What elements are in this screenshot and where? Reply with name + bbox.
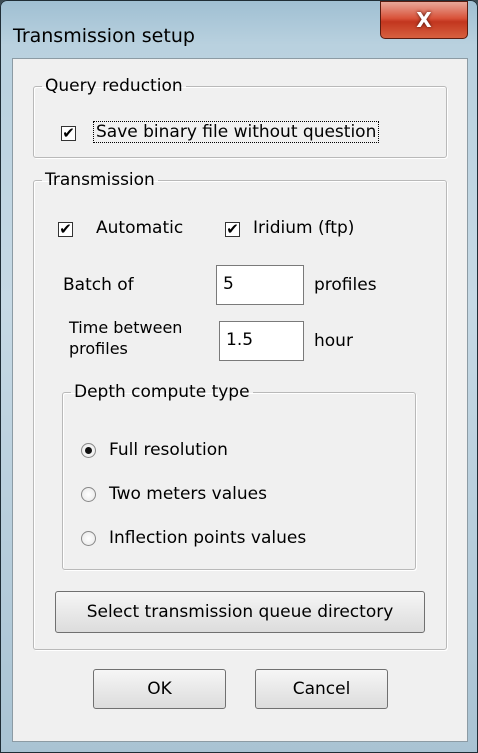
batch-unit: profiles	[314, 275, 377, 295]
time-between-unit: hour	[314, 331, 353, 351]
iridium-label[interactable]: Iridium (ftp)	[253, 218, 354, 238]
ok-button[interactable]: OK	[93, 669, 226, 709]
radio-full-resolution[interactable]	[81, 443, 96, 458]
two-meters-label[interactable]: Two meters values	[109, 484, 267, 504]
transmission-legend: Transmission	[45, 170, 155, 190]
close-button[interactable]: X	[380, 1, 468, 39]
iridium-checkbox[interactable]: ✔	[225, 222, 240, 237]
time-between-label-line2: profiles	[69, 339, 128, 358]
query-reduction-legend: Query reduction	[45, 76, 183, 96]
time-between-label-line1: Time between	[69, 318, 183, 337]
batch-label: Batch of	[63, 275, 134, 295]
title-bar[interactable]: Transmission setup X	[0, 0, 478, 58]
radio-inflection-points[interactable]	[81, 531, 96, 546]
full-resolution-label[interactable]: Full resolution	[109, 440, 228, 460]
check-mark-icon: ✔	[59, 220, 72, 238]
window-title: Transmission setup	[13, 25, 195, 47]
close-icon: X	[416, 8, 432, 32]
automatic-checkbox[interactable]: ✔	[58, 222, 73, 237]
select-queue-directory-button[interactable]: Select transmission queue directory	[55, 591, 425, 633]
depth-compute-legend: Depth compute type	[74, 382, 250, 402]
cancel-button[interactable]: Cancel	[255, 669, 388, 709]
dialog-window: Transmission setup X Query reduction ✔ S…	[0, 0, 478, 753]
check-mark-icon: ✔	[62, 124, 75, 142]
radio-two-meters[interactable]	[81, 487, 96, 502]
save-binary-checkbox[interactable]: ✔	[61, 126, 76, 141]
time-between-input[interactable]: 1.5	[219, 321, 304, 361]
check-mark-icon: ✔	[226, 220, 239, 238]
automatic-label[interactable]: Automatic	[96, 218, 183, 238]
query-reduction-group: Query reduction	[33, 76, 447, 158]
inflection-points-label[interactable]: Inflection points values	[109, 528, 306, 548]
save-binary-label[interactable]: Save binary file without question	[93, 121, 380, 143]
dialog-client-area: Query reduction ✔ Save binary file witho…	[12, 58, 468, 742]
batch-input[interactable]: 5	[216, 265, 304, 305]
